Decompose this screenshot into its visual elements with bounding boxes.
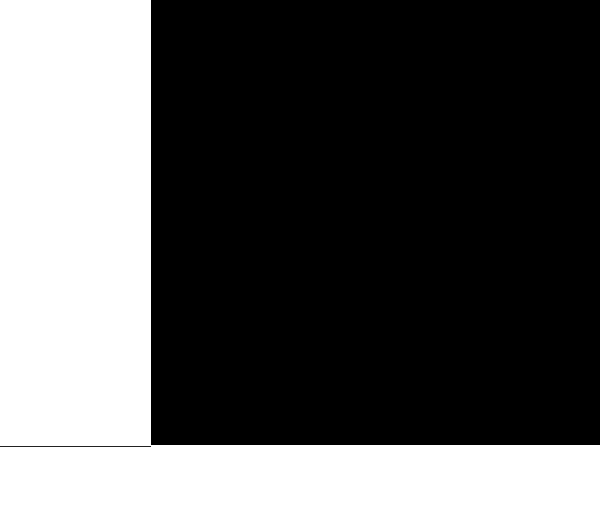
smm-coronagraph-viewer: { "window": {"background": "#ffffff", "w… [0, 0, 600, 512]
coronagraph-image-canvas[interactable] [151, 0, 600, 445]
metadata-panel [0, 0, 151, 447]
